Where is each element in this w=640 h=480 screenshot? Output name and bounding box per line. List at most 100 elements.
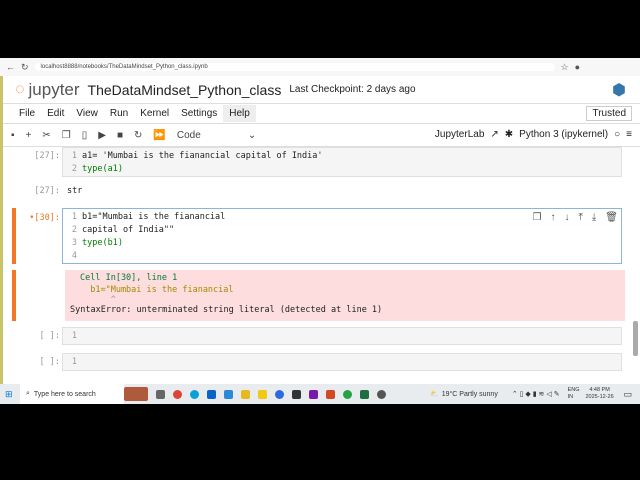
outlook-icon[interactable] bbox=[207, 389, 216, 399]
recorder-icon[interactable] bbox=[377, 389, 386, 399]
cell-output: str bbox=[67, 186, 83, 196]
cut-icon[interactable]: ✂ bbox=[42, 130, 50, 141]
menu-bar: File Edit View Run Kernel Settings Help bbox=[3, 103, 640, 123]
copy-icon[interactable]: ❐ bbox=[62, 130, 71, 141]
jupyter-app: ◌ jupyter TheDataMindset_Python_class Las… bbox=[0, 76, 640, 384]
code-cell-input[interactable]: 1 a1= 'Mumbai is the fianancial capital o… bbox=[62, 147, 622, 177]
external-link-icon[interactable]: ↗ bbox=[490, 129, 498, 140]
error-message: SyntaxError: unterminated string literal… bbox=[70, 305, 383, 315]
browser-bar: ← ↻ localhost8888/notebooks/TheDataMinds… bbox=[0, 58, 640, 76]
delete-icon[interactable]: 🗑 bbox=[605, 212, 618, 223]
start-icon[interactable]: ⊞ bbox=[5, 389, 13, 400]
code-line: a1= 'Mumbai is the fianancial capital of… bbox=[82, 151, 323, 161]
checkpoint-status: Last Checkpoint: 2 days ago bbox=[289, 84, 416, 95]
region: IN bbox=[567, 394, 574, 400]
chrome-icon[interactable] bbox=[173, 389, 182, 399]
profile-icon[interactable]: ● bbox=[575, 62, 580, 72]
time: 4:48 PM bbox=[589, 387, 610, 393]
search-icon: ⌕ bbox=[26, 390, 30, 397]
code-cell-input[interactable]: 1 bbox=[62, 353, 622, 371]
output-marker bbox=[12, 270, 16, 321]
error-location: Cell In[30], line 1 bbox=[80, 273, 178, 283]
debugger-icon[interactable]: ✱ bbox=[505, 129, 513, 140]
cell-prompt: [ ]: bbox=[39, 331, 60, 341]
menu-settings[interactable]: Settings bbox=[175, 105, 223, 122]
menu-icon[interactable]: ≡ bbox=[626, 129, 632, 140]
cell-type-value: Code bbox=[176, 129, 201, 141]
code-line: type(a1) bbox=[82, 164, 123, 174]
restart-icon[interactable]: ↻ bbox=[134, 130, 142, 141]
menu-help[interactable]: Help bbox=[223, 105, 256, 122]
cell-toolbar: ❐ ↑ ↓ ⤒ ⤓ 🗑 bbox=[532, 212, 618, 223]
notifications-icon[interactable]: ▭ bbox=[624, 389, 633, 400]
notebook-title[interactable]: TheDataMindset_Python_class bbox=[88, 82, 282, 98]
taskbar: ⊞ ⌕ Type here to search ⛅ 19°C Partly sun… bbox=[0, 384, 640, 404]
store-icon[interactable] bbox=[224, 389, 233, 399]
edge-icon[interactable] bbox=[190, 389, 199, 399]
terminal-icon[interactable] bbox=[292, 389, 301, 399]
menu-kernel[interactable]: Kernel bbox=[134, 105, 175, 122]
code-line: type(b1) bbox=[82, 238, 123, 248]
menu-view[interactable]: View bbox=[70, 105, 104, 122]
run-all-icon[interactable]: ⏩ bbox=[153, 130, 165, 141]
error-output: Cell In[30], line 1 b1="Mumbai is the fi… bbox=[65, 270, 625, 321]
search-placeholder: Type here to search bbox=[33, 390, 96, 398]
code-line: capital of India"" bbox=[82, 225, 175, 235]
chevron-down-icon[interactable]: ⌄ bbox=[248, 130, 256, 141]
insert-below-icon[interactable]: ⤓ bbox=[592, 212, 596, 223]
stop-icon[interactable]: ■ bbox=[117, 130, 123, 141]
save-icon[interactable]: ▪ bbox=[11, 130, 15, 141]
language-indicator[interactable]: ENG IN bbox=[568, 387, 580, 401]
menu-file[interactable]: File bbox=[13, 105, 41, 122]
insert-above-icon[interactable]: ⤒ bbox=[578, 212, 582, 223]
powerpoint-icon[interactable] bbox=[326, 389, 335, 399]
lang: ENG bbox=[567, 387, 580, 393]
onenote-icon[interactable] bbox=[309, 389, 318, 399]
menu-edit[interactable]: Edit bbox=[41, 105, 70, 122]
favorites-icon[interactable]: ☆ bbox=[561, 62, 569, 73]
task-view-icon[interactable] bbox=[156, 389, 165, 399]
search-highlight-image bbox=[124, 387, 148, 401]
menu-run[interactable]: Run bbox=[104, 105, 134, 122]
clock[interactable]: 4:48 PM 2025-12-26 bbox=[586, 387, 614, 401]
trusted-badge[interactable]: Trusted bbox=[586, 106, 632, 121]
tray-icons[interactable]: ⌃ ▯ ◆ ▮ ≋ ◁ ✎ bbox=[512, 390, 560, 398]
date: 2025-12-26 bbox=[585, 394, 614, 400]
jupyterlab-link[interactable]: JupyterLab bbox=[435, 129, 484, 140]
kernel-status-icon: ○ bbox=[614, 129, 621, 140]
back-icon[interactable]: ← bbox=[6, 62, 15, 72]
run-icon[interactable]: ▶ bbox=[98, 130, 106, 141]
refresh-icon[interactable]: ↻ bbox=[21, 62, 29, 73]
duplicate-icon[interactable]: ❐ bbox=[532, 212, 541, 223]
move-down-icon[interactable]: ↓ bbox=[564, 212, 569, 223]
error-code: b1="Mumbai is the fianancial bbox=[80, 285, 234, 295]
scrollbar[interactable] bbox=[633, 321, 638, 356]
jupyter-logo[interactable]: ◌ jupyter bbox=[15, 80, 80, 100]
jupyter-logo-icon: ◌ bbox=[15, 80, 25, 98]
python-logo-icon: ⬢ bbox=[612, 82, 626, 99]
weather[interactable]: 19°C Partly sunny bbox=[442, 391, 498, 398]
add-cell-icon[interactable]: + bbox=[26, 130, 32, 141]
excel-icon[interactable] bbox=[360, 389, 369, 399]
move-up-icon[interactable]: ↑ bbox=[550, 212, 555, 223]
code-line: b1="Mumbai is the fianancial bbox=[82, 212, 226, 222]
code-cell-input[interactable]: 1 bbox=[62, 327, 622, 345]
header: ◌ jupyter TheDataMindset_Python_class Las… bbox=[3, 76, 640, 103]
address-bar[interactable]: localhost8888/notebooks/TheDataMindset_P… bbox=[34, 63, 555, 71]
weather-icon: ⛅ bbox=[430, 391, 439, 398]
cell-prompt: •[30]: bbox=[29, 213, 60, 223]
cell-type-select[interactable]: Code bbox=[177, 130, 237, 141]
output-prompt: [27]: bbox=[34, 186, 60, 196]
app-icon[interactable] bbox=[275, 389, 284, 399]
powerbi-icon[interactable] bbox=[258, 389, 267, 399]
whatsapp-icon[interactable] bbox=[343, 389, 352, 399]
cell-prompt: [27]: bbox=[34, 151, 60, 161]
logo-text: jupyter bbox=[28, 79, 80, 99]
taskbar-search[interactable]: ⌕ Type here to search bbox=[20, 384, 124, 404]
error-caret: ^ bbox=[80, 295, 116, 305]
toolbar-right: JupyterLab ↗ ✱ Python 3 (ipykernel) ○ ≡ bbox=[435, 129, 632, 140]
kernel-name[interactable]: Python 3 (ipykernel) bbox=[519, 129, 608, 140]
cell-prompt: [ ]: bbox=[39, 357, 60, 367]
file-explorer-icon[interactable] bbox=[241, 389, 250, 399]
paste-icon[interactable]: ▯ bbox=[82, 130, 88, 141]
